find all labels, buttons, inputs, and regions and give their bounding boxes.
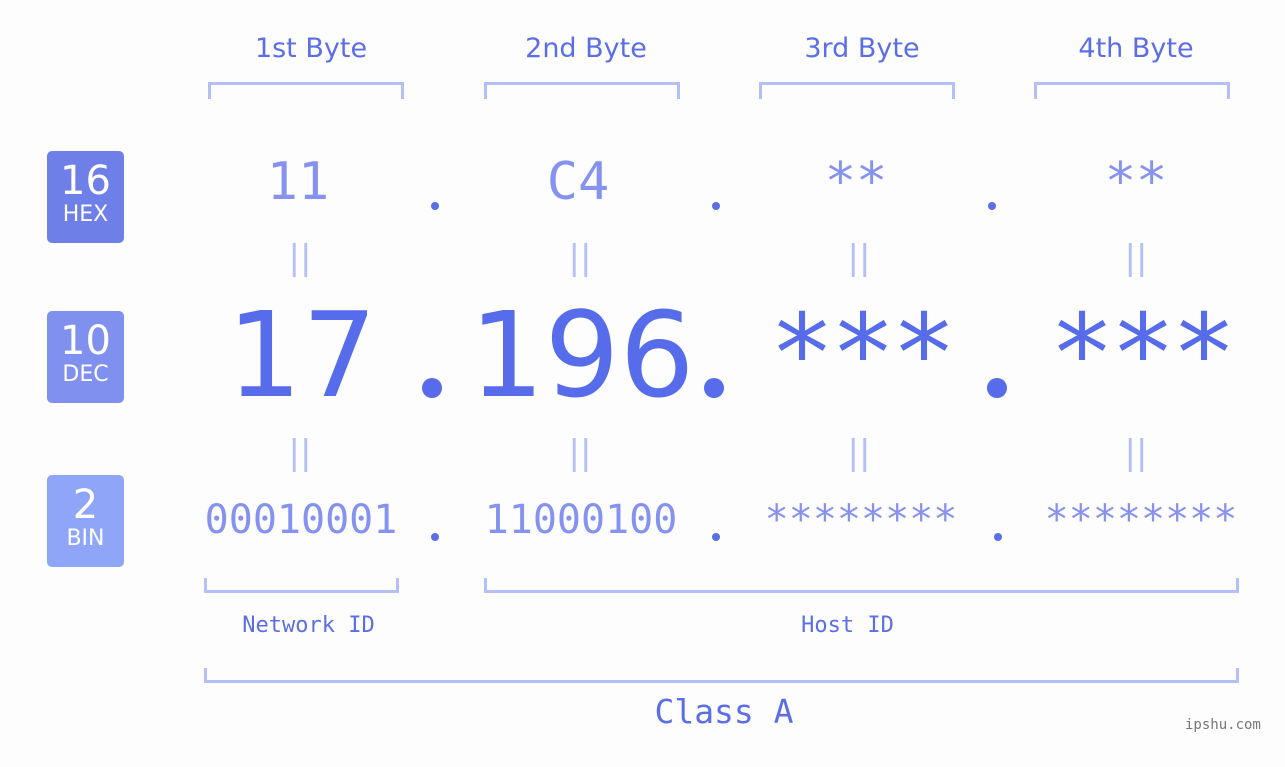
- host-id-bracket: [484, 578, 1239, 593]
- bin-dot-1: [431, 533, 439, 541]
- dec-dot-2: [704, 378, 724, 398]
- header-byte-2: 2nd Byte: [525, 33, 647, 64]
- bin-byte-2: 11000100: [484, 497, 678, 543]
- hex-byte-3: **: [824, 152, 888, 212]
- equals-icon: ||: [288, 238, 312, 278]
- bin-byte-4: ********: [1044, 497, 1238, 543]
- hex-dot-3: [988, 202, 996, 210]
- equals-icon: ||: [568, 433, 592, 473]
- dec-badge: 10 DEC: [47, 311, 124, 403]
- dec-dot-1: [422, 378, 442, 398]
- bin-dot-2: [712, 533, 720, 541]
- hex-byte-4: **: [1104, 152, 1168, 212]
- dec-byte-1: 17: [226, 286, 378, 424]
- dec-byte-3: ***: [769, 292, 956, 417]
- bracket-byte-4: [1034, 82, 1230, 99]
- bracket-byte-3: [759, 82, 955, 99]
- bin-base: 2: [72, 482, 99, 528]
- dec-byte-2: 196: [469, 286, 695, 424]
- bracket-byte-2: [484, 82, 680, 99]
- equals-icon: ||: [568, 238, 592, 278]
- header-byte-3: 3rd Byte: [804, 33, 920, 64]
- host-id-label: Host ID: [801, 613, 894, 638]
- bracket-byte-1: [208, 82, 404, 99]
- equals-icon: ||: [1124, 433, 1148, 473]
- class-bracket: [204, 668, 1239, 683]
- equals-icon: ||: [847, 238, 871, 278]
- bin-label: BIN: [66, 526, 105, 551]
- bin-badge: 2 BIN: [47, 475, 124, 567]
- network-id-bracket: [204, 578, 399, 593]
- hex-badge: 16 HEX: [47, 151, 124, 243]
- hex-byte-2: C4: [546, 152, 610, 212]
- equals-icon: ||: [847, 433, 871, 473]
- network-id-label: Network ID: [242, 613, 375, 638]
- dec-base: 10: [60, 318, 111, 364]
- bin-byte-3: ********: [764, 497, 958, 543]
- equals-icon: ||: [1124, 238, 1148, 278]
- hex-label: HEX: [62, 202, 109, 227]
- bin-byte-1: 00010001: [204, 497, 398, 543]
- dec-label: DEC: [62, 362, 109, 387]
- dec-byte-4: ***: [1049, 292, 1236, 417]
- hex-base: 16: [60, 158, 111, 204]
- hex-dot-1: [431, 202, 439, 210]
- watermark: ipshu.com: [1185, 717, 1261, 733]
- hex-dot-2: [712, 202, 720, 210]
- hex-byte-1: 11: [266, 152, 330, 212]
- header-byte-4: 4th Byte: [1078, 33, 1194, 64]
- class-label: Class A: [654, 692, 794, 731]
- bin-dot-3: [994, 533, 1002, 541]
- dec-dot-3: [987, 378, 1007, 398]
- header-byte-1: 1st Byte: [254, 33, 368, 64]
- equals-icon: ||: [288, 433, 312, 473]
